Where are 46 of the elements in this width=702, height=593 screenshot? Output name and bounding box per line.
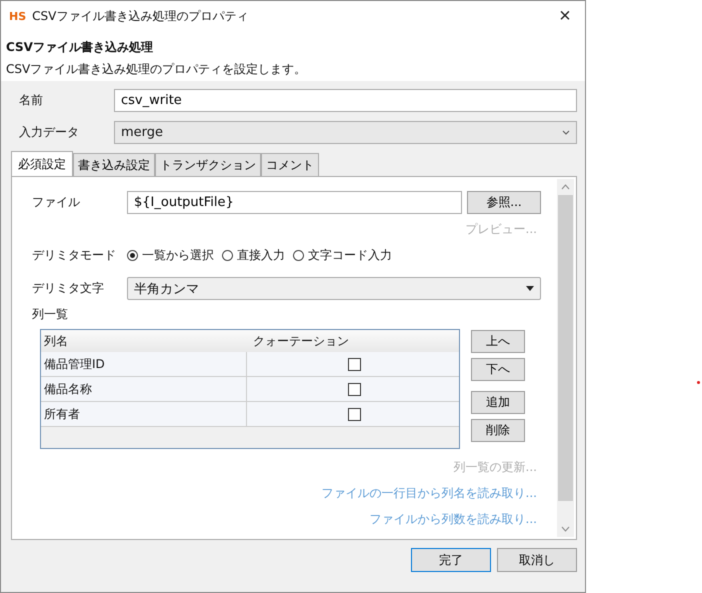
- radio-button[interactable]: [293, 250, 304, 261]
- checkbox[interactable]: [348, 408, 361, 420]
- table-cell: 所有者: [41, 402, 247, 426]
- scrollbar[interactable]: [557, 179, 574, 537]
- app-logo: HS: [9, 10, 26, 22]
- table-cell: 備品名称: [41, 377, 247, 401]
- caret-icon: [526, 286, 534, 291]
- field-label: 名前: [18, 92, 44, 109]
- radio-button[interactable]: [222, 250, 233, 261]
- checkbox[interactable]: [348, 382, 361, 396]
- tab[interactable]: 書き込み設定: [73, 153, 155, 176]
- tab[interactable]: トランザクション: [155, 153, 261, 176]
- chevron-down-icon[interactable]: [561, 526, 570, 532]
- field-label: デリミタ文字: [32, 280, 105, 297]
- tab[interactable]: コメント: [261, 153, 319, 176]
- table-cell: 備品管理ID: [41, 352, 247, 376]
- browse-button[interactable]: 参照...: [467, 191, 541, 214]
- field-label: ファイル: [32, 194, 81, 211]
- chevron-down-icon: [562, 130, 570, 136]
- list-button[interactable]: 削除: [471, 419, 525, 442]
- header-description: CSVファイル書き込み処理のプロパティを設定します。: [6, 61, 308, 78]
- input-data-dropdown[interactable]: merge: [114, 121, 577, 144]
- column-header: 列名: [43, 332, 69, 350]
- close-button[interactable]: ×: [545, 1, 585, 31]
- dot-mark: [697, 381, 700, 384]
- checkbox[interactable]: [348, 358, 361, 370]
- chevron-up-icon[interactable]: [561, 184, 570, 190]
- list-button[interactable]: 上へ: [471, 330, 525, 353]
- dialog-button[interactable]: 完了: [411, 548, 491, 572]
- header-title: CSVファイル書き込み処理: [6, 39, 154, 56]
- column-header: クォーテーション: [252, 332, 350, 350]
- list-button[interactable]: 下へ: [471, 358, 525, 381]
- delimiter-dropdown[interactable]: 半角カンマ: [127, 277, 541, 300]
- name-field[interactable]: csv_write: [114, 89, 577, 112]
- field-label: デリミタモード: [32, 247, 117, 264]
- radio-label: 文字コード入力: [308, 247, 392, 264]
- radio-button[interactable]: [127, 250, 138, 261]
- file-field[interactable]: ${I_outputFile}: [127, 191, 462, 214]
- list-button[interactable]: 追加: [471, 391, 525, 414]
- tab[interactable]: 必須設定: [11, 151, 73, 176]
- dialog-button[interactable]: 取消し: [497, 548, 577, 572]
- radio-label: 一覧から選択: [142, 247, 214, 264]
- window-title: CSVファイル書き込み処理のプロパティ: [32, 8, 248, 24]
- section-label: 列一覧: [32, 306, 69, 323]
- field-label: 入力データ: [18, 124, 80, 141]
- radio-label: 直接入力: [237, 247, 285, 264]
